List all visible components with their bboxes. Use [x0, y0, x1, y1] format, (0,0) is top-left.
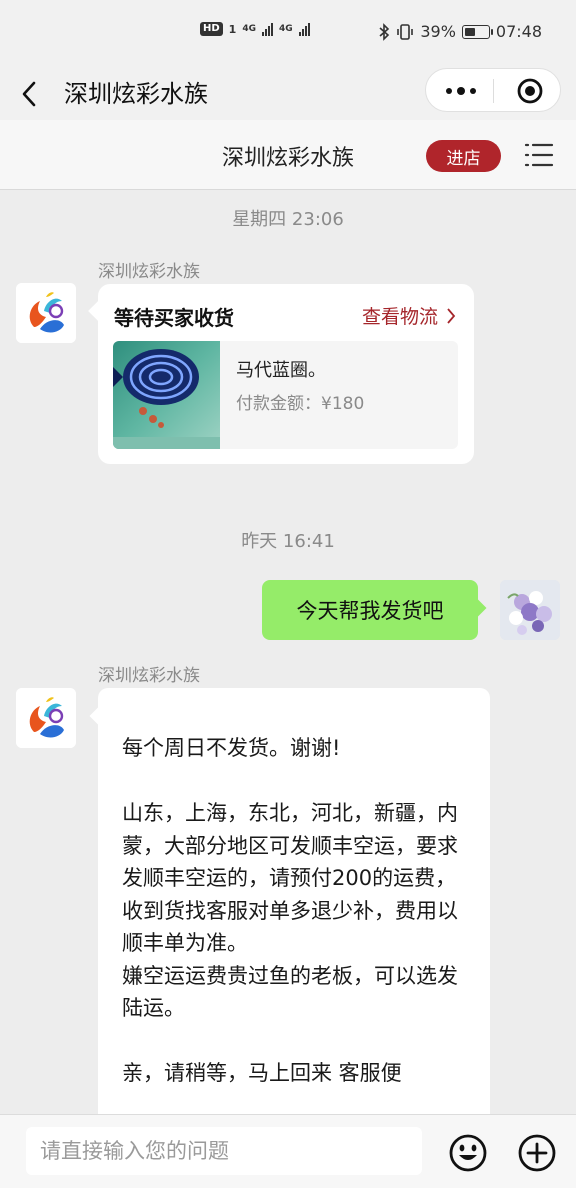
chevron-right-icon: [447, 307, 456, 324]
clock: 07:48: [495, 22, 542, 41]
shop-avatar[interactable]: [16, 283, 76, 343]
shop-header: 深圳炫彩水族 进店: [0, 120, 576, 190]
enter-shop-button[interactable]: 进店: [426, 140, 501, 172]
input-bar: 请直接输入您的问题: [0, 1114, 576, 1188]
chat-area[interactable]: 星期四 23:06 深圳炫彩水族 等待买家收货 查看物流 马代蓝圈。 付款金额：…: [0, 191, 576, 1114]
product-name: 马代蓝圈。: [236, 360, 326, 381]
shop-avatar[interactable]: [16, 688, 76, 748]
outgoing-message[interactable]: 今天帮我发货吧: [262, 580, 478, 640]
bluetooth-icon: [379, 22, 390, 41]
view-logistics-link[interactable]: 查看物流: [362, 302, 456, 329]
hd-badge: HD: [200, 22, 223, 36]
vibrate-icon: [397, 23, 414, 40]
shop-logo-icon: [16, 688, 76, 748]
more-button[interactable]: [444, 80, 478, 102]
battery-percent: 39%: [420, 22, 456, 41]
more-dots-icon: [446, 87, 476, 95]
system-indicators: 39% 07:48: [378, 22, 542, 41]
sender-name: 深圳炫彩水族: [98, 666, 200, 686]
flower-bouquet-icon: [500, 580, 560, 640]
status-bar: HD 1 4G 4G 39% 07:48: [0, 0, 576, 68]
signal-icon: [298, 22, 310, 36]
product-box[interactable]: 马代蓝圈。 付款金额：¥180: [113, 341, 458, 449]
timestamp: 昨天 16:41: [241, 531, 335, 552]
timestamp: 星期四 23:06: [232, 209, 344, 230]
chevron-left-icon: [22, 81, 36, 107]
sim-slot: 1: [228, 22, 237, 36]
signal-icon: [261, 22, 273, 36]
battery-icon: [461, 24, 493, 39]
navigation-bar: 深圳炫彩水族: [0, 68, 576, 120]
incoming-message[interactable]: 每个周日不发货。谢谢! 山东，上海，东北，河北，新疆，内蒙，大部分地区可发顺丰空…: [98, 688, 490, 1114]
payment-amount: 付款金额：¥180: [236, 394, 365, 414]
page-title: 深圳炫彩水族: [64, 80, 208, 108]
shop-logo-icon: [16, 283, 76, 343]
network-type-1: 4G: [242, 24, 256, 34]
sender-name: 深圳炫彩水族: [98, 262, 200, 282]
back-button[interactable]: [20, 76, 50, 112]
plus-circle-icon[interactable]: [517, 1133, 557, 1173]
target-circle-icon: [517, 78, 543, 104]
order-card[interactable]: 等待买家收货 查看物流 马代蓝圈。 付款金额：¥180: [98, 284, 474, 464]
message-input[interactable]: 请直接输入您的问题: [26, 1127, 422, 1175]
user-avatar[interactable]: [500, 580, 560, 640]
emoji-icon[interactable]: [448, 1133, 488, 1173]
miniprogram-capsule: [425, 68, 561, 112]
close-miniprogram-button[interactable]: [516, 77, 544, 105]
network-type-2: 4G: [278, 24, 293, 34]
list-icon[interactable]: [524, 140, 554, 170]
order-status: 等待买家收货: [114, 306, 234, 330]
capsule-divider: [493, 79, 494, 103]
network-indicators: HD 1 4G 4G: [200, 22, 310, 36]
view-logistics-label: 查看物流: [361, 306, 438, 328]
product-image: [113, 341, 220, 449]
